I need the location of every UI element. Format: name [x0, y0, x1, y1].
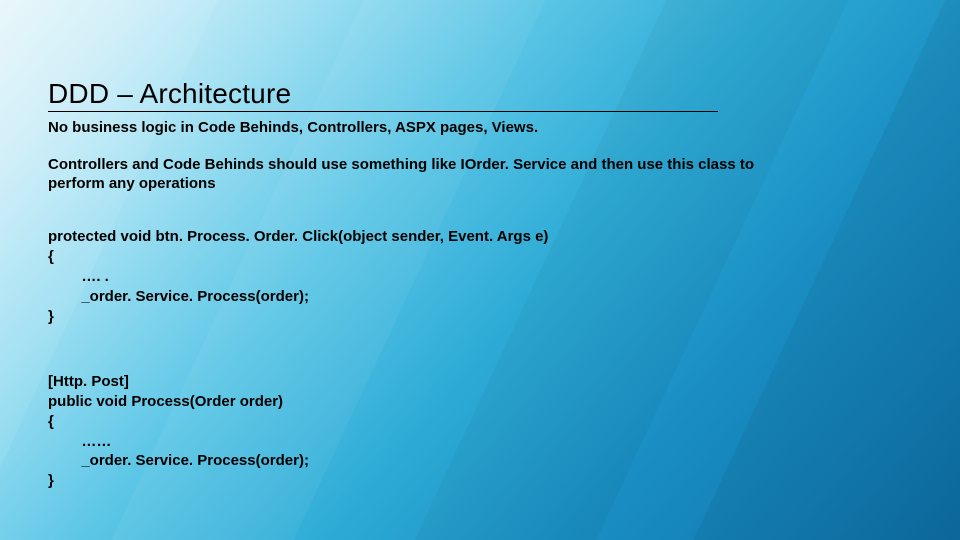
slide-content: DDD – Architecture No business logic in … [0, 0, 780, 491]
code-line: [Http. Post] [48, 373, 129, 390]
code-block-1: protected void btn. Process. Order. Clic… [48, 208, 780, 327]
code-line: } [48, 308, 54, 325]
slide-title: DDD – Architecture [48, 78, 718, 112]
code-line: …. . [48, 268, 109, 285]
code-line: _order. Service. Process(order); [48, 452, 309, 469]
code-block-2: [Http. Post] public void Process(Order o… [48, 352, 780, 491]
paragraph-2: Controllers and Code Behinds should use … [48, 155, 780, 193]
code-line: …… [48, 433, 111, 450]
code-line: protected void btn. Process. Order. Clic… [48, 228, 548, 245]
code-line: { [48, 413, 54, 430]
code-line: _order. Service. Process(order); [48, 288, 309, 305]
code-line: } [48, 472, 54, 489]
code-line: { [48, 248, 54, 265]
code-line: public void Process(Order order) [48, 393, 283, 410]
paragraph-1: No business logic in Code Behinds, Contr… [48, 118, 780, 137]
